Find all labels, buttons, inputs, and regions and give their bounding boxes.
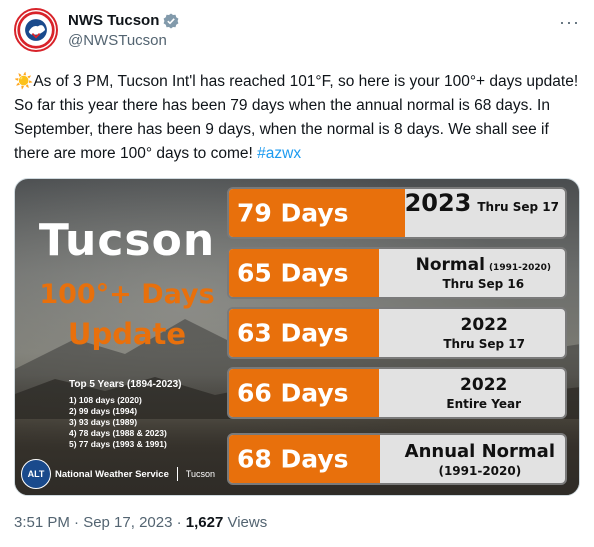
graphic-subtitle: 100°+ Days [39,279,215,310]
panel-label-main: Normal [415,255,485,275]
tweet-timestamp[interactable]: 3:51 PM · Sep 17, 2023 · [14,514,186,531]
author-names: NWS Tucson @NWSTucson [68,12,179,49]
days-panel-2023: 79 Days 2023 Thru Sep 17 [227,187,567,239]
days-count: 63 Days [237,318,349,348]
footer-divider [176,467,178,481]
tweet-text: ☀️As of 3 PM, Tucson Int'l has reached 1… [14,70,584,166]
top-five-item: 5) 77 days (1993 & 1991) [69,439,167,449]
panel-label: 2022 Entire Year [446,369,521,417]
nws-org-name: National Weather Service [55,468,169,480]
days-panel-2022-entire-year: 66 Days 2022 Entire Year [227,367,567,419]
verified-badge-icon[interactable] [163,13,179,29]
panel-label-main: Annual Normal [404,440,555,462]
views-label: Views [223,514,268,531]
nws-footer: ALT National Weather Service Tucson [21,459,215,489]
days-panel-2022-to-date: 63 Days 2022 Thru Sep 17 [227,307,567,359]
top-five-item: 3) 93 days (1989) [69,417,138,427]
top-five-item: 4) 78 days (1988 & 2023) [69,428,167,438]
sun-emoji-icon: ☀️ [14,73,34,90]
tweet-media-image[interactable]: Tucson 100°+ Days Update Top 5 Years (18… [14,178,580,496]
panel-label-row: Normal (1991-2020) [416,255,551,275]
panel-label: Normal (1991-2020) Thru Sep 16 [416,249,551,297]
graphic-title: Tucson [38,215,216,266]
panel-label-sub: Entire Year [446,397,521,411]
days-count: 65 Days [237,258,349,288]
days-panel-normal-to-date: 65 Days Normal (1991-2020) Thru Sep 16 [227,247,567,299]
top-five-item: 2) 99 days (1994) [69,406,138,416]
more-options-button[interactable]: ··· [559,12,580,33]
panel-label: 2023 Thru Sep 17 [405,189,559,237]
panel-label: 2022 Thru Sep 17 [443,309,525,357]
nws-footer-logo-icon: ALT [21,459,51,489]
panel-label-main: 2022 [460,315,508,335]
panel-label-main: 2023 [404,189,472,217]
graphic-subtitle-update: Update [67,317,187,351]
hashtag-link[interactable]: #azwx [257,145,301,162]
author-handle[interactable]: @NWSTucson [68,32,179,49]
panel-label-sub: Thru Sep 16 [442,277,525,291]
views-count: 1,627 [185,514,224,531]
tweet-meta: 3:51 PM · Sep 17, 2023 · 1,627 Views [14,514,267,531]
top-five-years: Top 5 Years (1894-2023) 1) 108 days (202… [69,379,181,450]
top-five-title: Top 5 Years (1894-2023) [69,379,182,390]
panel-label-main: 2022 [460,375,508,395]
nws-logo-icon [17,11,55,49]
display-name-row: NWS Tucson [68,12,179,29]
nws-office-name: Tucson [185,469,216,479]
panel-label-sub: (1991-2020) [438,463,522,478]
days-count: 79 Days [237,198,349,228]
days-panel-annual-normal: 68 Days Annual Normal (1991-2020) [227,433,567,485]
top-five-item: 1) 108 days (2020) [69,395,142,405]
panel-label-suffix: Thru Sep 17 [477,200,559,214]
days-count: 68 Days [237,444,349,474]
tweet-header: NWS Tucson @NWSTucson ··· [14,8,580,56]
panel-label-suffix: (1991-2020) [488,263,551,273]
panel-label-sub: Thru Sep 17 [443,337,525,351]
days-count: 66 Days [237,378,349,408]
nws-avatar[interactable] [14,8,58,52]
display-name[interactable]: NWS Tucson [68,12,159,29]
panel-label: Annual Normal (1991-2020) [405,435,555,483]
